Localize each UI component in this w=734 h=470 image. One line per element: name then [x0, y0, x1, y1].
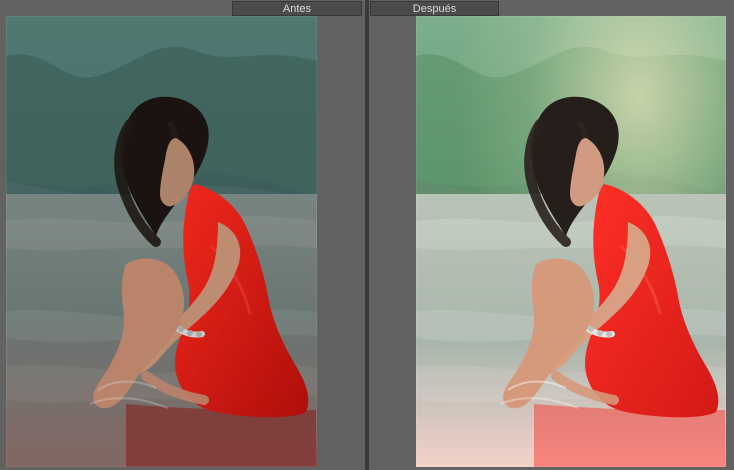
before-label: Antes	[232, 1, 362, 16]
before-after-compare-view: Antes Después	[0, 0, 734, 470]
before-pane: Antes	[0, 0, 365, 470]
before-photo-art	[6, 16, 317, 467]
after-photo-art	[416, 16, 726, 467]
after-photo[interactable]	[416, 16, 726, 467]
after-label: Después	[370, 1, 499, 16]
after-pane: Después	[369, 0, 734, 470]
before-photo[interactable]	[6, 16, 317, 467]
